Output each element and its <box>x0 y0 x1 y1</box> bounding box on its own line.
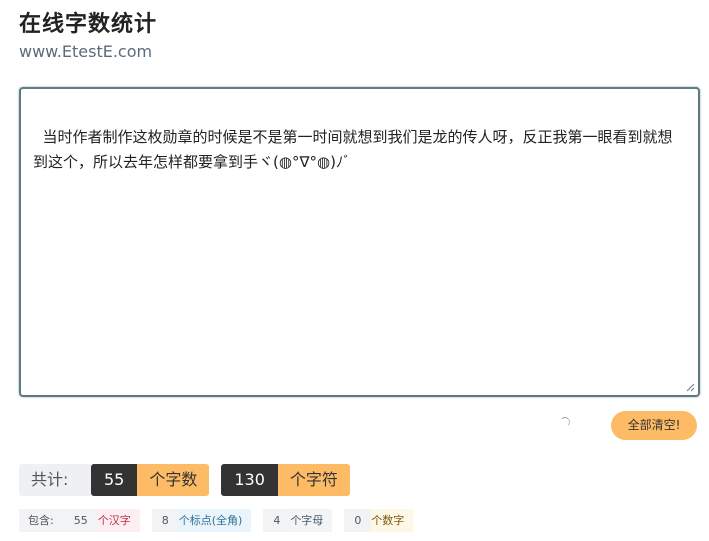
hanzi-count-unit: 个汉字 <box>97 509 140 532</box>
char-count-value: 130 <box>221 464 278 496</box>
digit-count: 0 个数字 <box>344 509 414 532</box>
char-count-unit: 个字符 <box>277 464 350 496</box>
details-bar: 包含: 55 个汉字 8 个标点(全角) 4 个字母 0 个数字 <box>19 509 425 532</box>
header: 在线字数统计 www.EtestE.com <box>19 10 157 63</box>
word-count-value: 55 <box>91 464 138 496</box>
text-input-area[interactable]: 当时作者制作这枚勋章的时候是不是第一时间就想到我们是龙的传人呀，反正我第一眼看到… <box>19 87 700 397</box>
totals-bar: 共计: 55 个字数 130 个字符 <box>19 464 350 496</box>
word-count-unit: 个字数 <box>137 464 210 496</box>
details-label: 包含: <box>19 509 64 532</box>
site-url[interactable]: www.EtestE.com <box>19 41 157 63</box>
hanzi-count: 55 个汉字 <box>63 509 140 532</box>
page-title: 在线字数统计 <box>19 12 158 37</box>
digit-count-value: 0 <box>344 509 372 532</box>
totals-label: 共计: <box>19 464 91 496</box>
text-input-content: 当时作者制作这枚勋章的时候是不是第一时间就想到我们是龙的传人呀，反正我第一眼看到… <box>33 128 673 171</box>
punctuation-count-value: 8 <box>151 509 179 532</box>
digit-count-unit: 个数字 <box>371 509 414 532</box>
letter-count-unit: 个字母 <box>290 509 333 532</box>
resize-handle-icon[interactable] <box>686 383 695 392</box>
punctuation-count: 8 个标点(全角) <box>151 509 252 532</box>
clear-all-button[interactable]: 全部清空! <box>611 411 697 440</box>
punctuation-count-unit: 个标点(全角) <box>178 509 252 532</box>
loading-spinner-icon <box>560 417 570 427</box>
hanzi-count-value: 55 <box>63 509 98 532</box>
word-count-stat: 55 个字数 <box>91 464 210 496</box>
letter-count: 4 个字母 <box>263 509 333 532</box>
letter-count-value: 4 <box>263 509 291 532</box>
char-count-stat: 130 个字符 <box>221 464 350 496</box>
